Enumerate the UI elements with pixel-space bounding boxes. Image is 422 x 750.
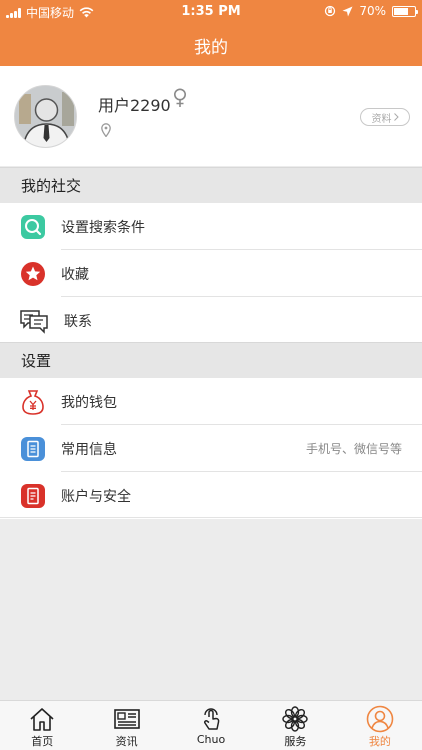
location-pin-icon: [101, 123, 111, 137]
rotation-lock-icon: [325, 5, 336, 17]
avatar-image: [15, 86, 76, 147]
list-item-common-info[interactable]: 常用信息 手机号、微信号等: [0, 425, 422, 472]
list-item-label: 我的钱包: [61, 394, 117, 411]
chevron-right-icon: [393, 113, 399, 121]
news-icon: [113, 709, 140, 729]
tab-me[interactable]: 我的: [338, 701, 422, 750]
home-icon: [30, 708, 54, 731]
section-header-social: 我的社交: [0, 167, 422, 203]
profile-card[interactable]: 用户2290 资料: [0, 66, 422, 166]
list-item-label: 常用信息: [61, 441, 117, 458]
avatar[interactable]: [14, 85, 77, 148]
username: 用户2290: [98, 96, 171, 115]
status-bar: 中国移动 1:35 PM 70%: [0, 0, 422, 24]
list-item-search-settings[interactable]: 设置搜索条件: [0, 203, 422, 250]
tab-news[interactable]: 资讯: [84, 701, 168, 750]
female-icon: [174, 88, 186, 107]
status-right: 70%: [324, 4, 418, 18]
list-item-hint: 手机号、微信号等: [305, 442, 402, 456]
info-icon: [21, 437, 45, 461]
list-item-contact[interactable]: 联系: [0, 297, 422, 344]
list-item-label: 联系: [64, 313, 92, 330]
tab-bar: 首页 资讯 Chuo 服务 我的: [0, 700, 422, 750]
profile-detail-button[interactable]: 资料: [360, 108, 410, 126]
battery-icon: [392, 5, 418, 17]
chat-icon: [20, 310, 48, 334]
list-item-label: 账户与安全: [61, 488, 131, 505]
divider: [0, 517, 422, 518]
battery-fill: [394, 7, 408, 15]
tab-chuo[interactable]: Chuo: [169, 701, 253, 750]
wallet-icon: [22, 390, 44, 415]
location-arrow-icon: [342, 6, 353, 16]
section-header-settings: 设置: [0, 342, 422, 378]
battery-percent: 70%: [359, 4, 386, 18]
list-item-label: 收藏: [61, 266, 89, 283]
security-icon: [21, 484, 45, 508]
page-title: 我的: [194, 38, 228, 58]
search-icon: [21, 215, 45, 239]
list-item-wallet[interactable]: 我的钱包: [0, 378, 422, 425]
tab-label: 首页: [31, 735, 54, 748]
user-icon: [366, 705, 394, 733]
profile-detail-label: 资料: [371, 113, 392, 125]
tab-label: 资讯: [115, 735, 138, 748]
list-item-account-security[interactable]: 账户与安全: [0, 472, 422, 519]
tap-icon: [204, 708, 220, 730]
tab-label: 服务: [284, 735, 307, 748]
star-icon: [21, 262, 45, 286]
top-header: 中国移动 1:35 PM 70% 我的: [0, 0, 422, 66]
tab-services[interactable]: 服务: [253, 701, 337, 750]
tab-label: Chuo: [196, 733, 226, 746]
tab-home[interactable]: 首页: [0, 701, 84, 750]
list-item-favorites[interactable]: 收藏: [0, 250, 422, 297]
flower-icon: [282, 706, 309, 732]
tab-label: 我的: [368, 735, 391, 748]
list-item-label: 设置搜索条件: [61, 219, 145, 236]
